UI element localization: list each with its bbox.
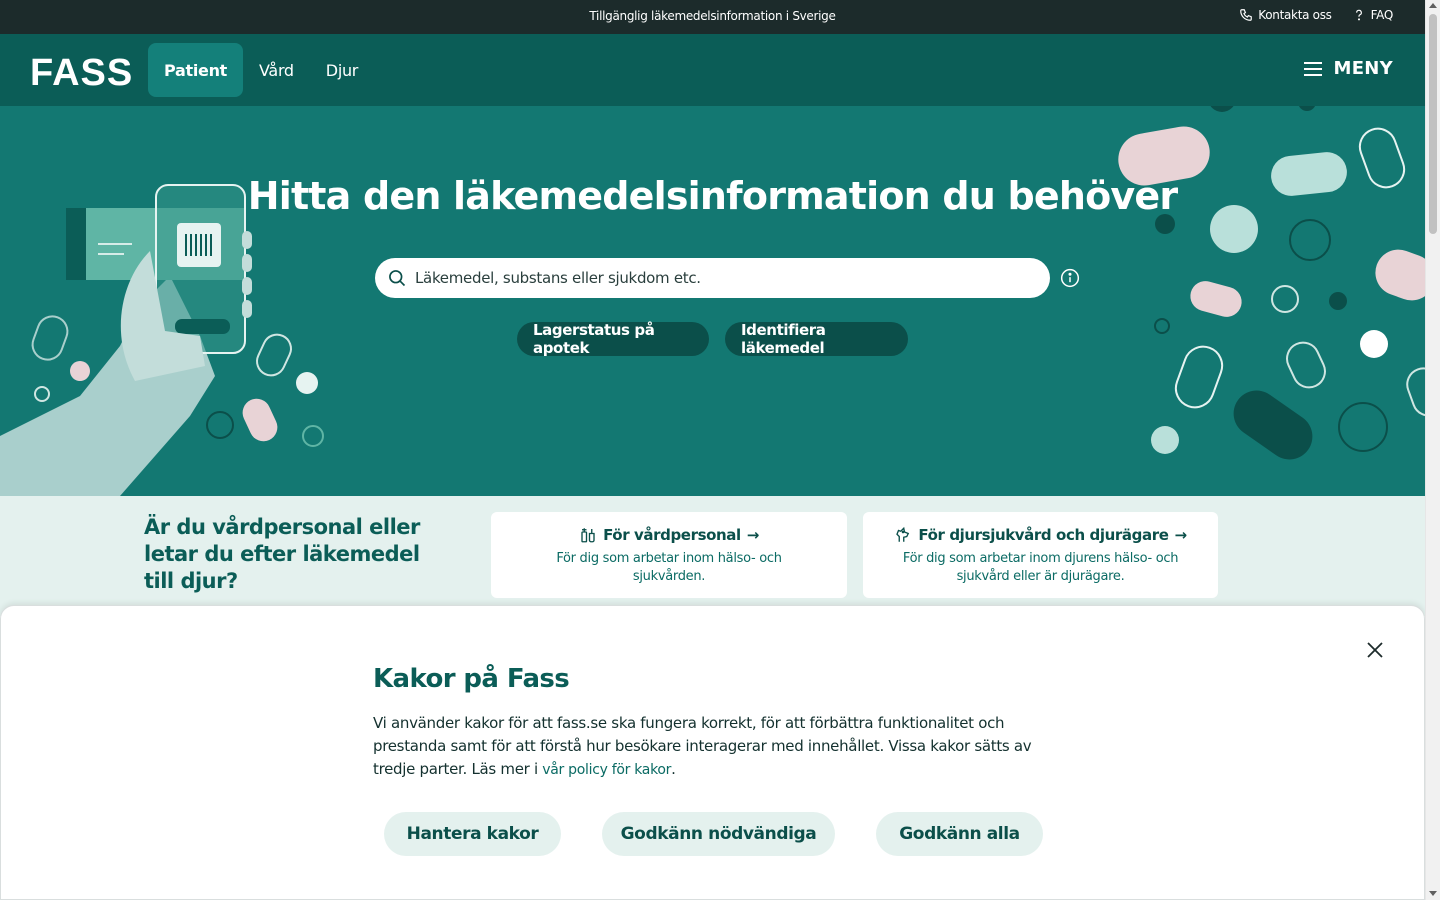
- hero-section: Hitta den läkemedelsinformation du behöv…: [0, 106, 1425, 496]
- healthcare-card[interactable]: För vårdpersonal → För dig som arbetar i…: [491, 512, 847, 598]
- search-input[interactable]: [415, 269, 1015, 287]
- contact-label: Kontakta oss: [1258, 8, 1332, 22]
- site-tagline: Tillgänglig läkemedelsinformation i Sver…: [589, 9, 836, 23]
- healthcare-card-description: För dig som arbetar inom hälso- och sjuk…: [556, 551, 782, 584]
- contact-link[interactable]: Kontakta oss: [1239, 8, 1332, 22]
- page-scrollbar[interactable]: [1425, 0, 1440, 900]
- veterinary-card[interactable]: För djursjukvård och djurägare → För dig…: [863, 512, 1218, 598]
- cookie-title: Kakor på Fass: [373, 664, 570, 694]
- tab-patient[interactable]: Patient: [148, 43, 244, 97]
- scroll-up-arrow-icon[interactable]: [1429, 3, 1437, 8]
- animal-icon: [896, 526, 910, 542]
- scroll-down-arrow-icon[interactable]: [1429, 891, 1437, 896]
- tab-djur[interactable]: Djur: [310, 43, 374, 97]
- veterinary-card-description: För dig som arbetar inom djurens hälso- …: [902, 551, 1179, 584]
- audience-heading: Är du vårdpersonal eller letar du efter …: [144, 515, 420, 593]
- faq-link[interactable]: FAQ: [1352, 8, 1393, 22]
- audience-tabs: Patient Vård Djur: [148, 43, 374, 97]
- arrow-right-icon: →: [1174, 526, 1187, 544]
- menu-label: MENY: [1333, 58, 1393, 79]
- search-icon: [389, 270, 406, 287]
- close-icon[interactable]: [1365, 640, 1385, 660]
- cookie-policy-link[interactable]: vår policy för kakor: [542, 762, 671, 778]
- identify-medicine-button[interactable]: Identifiera läkemedel: [725, 321, 908, 357]
- accept-all-button[interactable]: Godkänn alla: [876, 812, 1043, 856]
- main-header: FASS Patient Vård Djur MENY: [0, 34, 1425, 106]
- info-icon[interactable]: [1060, 268, 1080, 288]
- menu-button[interactable]: MENY: [1303, 58, 1393, 79]
- stock-status-button[interactable]: Lagerstatus på apotek: [517, 321, 709, 357]
- fass-logo[interactable]: FASS: [30, 52, 133, 95]
- scrollbar-thumb[interactable]: [1429, 14, 1437, 234]
- top-info-bar: Tillgänglig läkemedelsinformation i Sver…: [0, 0, 1425, 34]
- hamburger-icon: [1304, 61, 1323, 76]
- arrow-right-icon: →: [746, 526, 760, 544]
- question-icon: [1355, 9, 1362, 21]
- veterinary-card-title: För djursjukvård och djurägare: [918, 526, 1169, 544]
- cookie-consent-panel: Kakor på Fass Vi använder kakor för att …: [0, 605, 1425, 900]
- manage-cookies-button[interactable]: Hantera kakor: [384, 812, 561, 856]
- phone-icon: [1240, 9, 1253, 21]
- cookie-body: Vi använder kakor för att fass.se ska fu…: [373, 714, 1032, 778]
- cookie-text: Vi använder kakor för att fass.se ska fu…: [373, 712, 1033, 782]
- accept-necessary-button[interactable]: Godkänn nödvändiga: [602, 812, 835, 856]
- faq-label: FAQ: [1370, 8, 1394, 22]
- search-box[interactable]: [375, 258, 1050, 298]
- hero-illustration: [0, 106, 1425, 496]
- audience-section: Är du vårdpersonal eller letar du efter …: [0, 496, 1425, 616]
- medical-tools-icon: [581, 528, 595, 543]
- healthcare-card-title: För vårdpersonal: [603, 526, 741, 544]
- tab-vard[interactable]: Vård: [243, 43, 310, 97]
- cookie-text-end: .: [671, 760, 676, 778]
- hero-title: Hitta den läkemedelsinformation du behöv…: [247, 174, 1178, 218]
